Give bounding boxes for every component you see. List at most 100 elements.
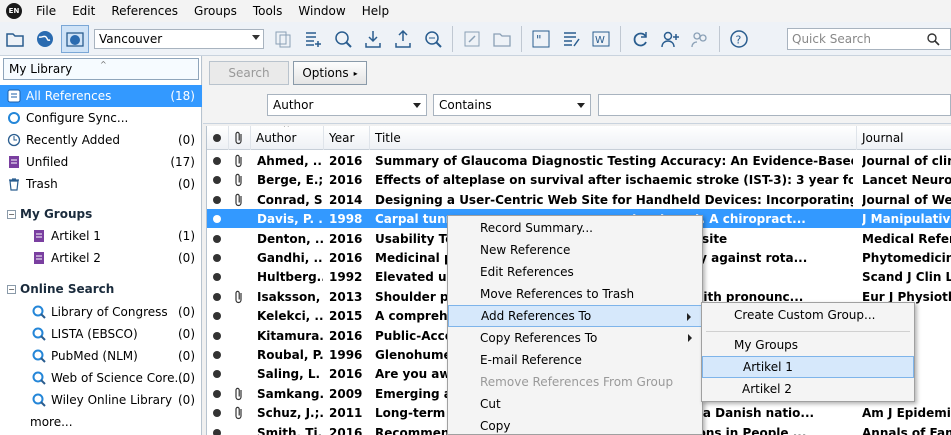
library-title[interactable]: My Library ^ [3,58,199,80]
my-groups-header[interactable]: − My Groups [0,203,92,225]
search-icon[interactable] [926,32,940,46]
unread-dot-icon [213,331,221,340]
column-read-status[interactable] [207,126,229,150]
sync-button[interactable] [626,25,654,53]
read-status-cell[interactable] [213,151,225,170]
group-configure-sync[interactable]: Configure Sync... [0,107,202,129]
context-menu-item[interactable]: Add References To [448,305,702,327]
read-status-cell[interactable] [213,209,225,228]
options-button-label: Options [302,66,349,80]
options-button[interactable]: Options ▸ [293,61,367,85]
read-status-cell[interactable] [213,384,225,403]
menu-groups[interactable]: Groups [186,4,245,18]
search-operator-select[interactable]: Contains [433,94,591,116]
group-artikel-1[interactable]: Artikel 1 (1) [0,225,202,247]
group-trash[interactable]: Trash (0) [0,173,202,195]
read-status-cell[interactable] [213,306,225,325]
year-cell: 2016 [329,172,363,187]
read-status-cell[interactable] [213,190,225,209]
output-style-select[interactable]: Vancouver [94,28,264,49]
group-unfiled[interactable]: Unfiled (17) [0,151,202,173]
collapse-icon[interactable]: − [7,209,16,219]
read-status-cell[interactable] [213,267,225,286]
column-journal[interactable]: Journal [857,126,951,150]
group-artikel-2[interactable]: Artikel 2 (0) [0,247,202,269]
collapse-icon[interactable]: − [7,284,16,294]
context-menu-item[interactable]: Cut [448,393,702,415]
reference-row[interactable]: Ahmed, ... 2016 Summary of Glaucoma Diagno… [207,151,951,170]
menu-file[interactable]: File [28,4,64,18]
online-library-of-congress[interactable]: Library of Congress (0) [0,301,202,323]
online-lista-ebsco[interactable]: LISTA (EBSCO) (0) [0,323,202,345]
context-menu-item[interactable]: New Reference [448,239,702,261]
online-search-header[interactable]: − Online Search [0,278,114,300]
integrated-library-mode-button[interactable] [61,24,89,53]
online-search-mode-button[interactable] [31,25,59,53]
insert-citation-button[interactable]: " [527,25,555,53]
menu-tools[interactable]: Tools [245,4,291,18]
create-custom-group-item[interactable]: Create Custom Group... [702,304,914,326]
read-status-cell[interactable] [213,364,225,383]
online-search-label: Online Search [20,282,115,296]
unread-dot-icon [213,350,221,359]
context-menu-item[interactable]: Record Summary... [448,217,702,239]
submenu-artikel-1[interactable]: Artikel 1 [702,356,914,378]
find-full-text-button[interactable] [419,25,447,53]
read-status-cell[interactable] [213,229,225,248]
svg-text:": " [536,33,542,47]
context-menu-item[interactable]: Move References to Trash [448,283,702,305]
reference-row[interactable]: Berge, E.;... 2016 Effects of alteplase on… [207,170,951,189]
help-button[interactable]: ? [725,25,753,53]
read-status-cell[interactable] [213,326,225,345]
context-menu-item-label: Copy [480,419,511,433]
column-author[interactable]: Author ^ [251,126,324,150]
read-status-cell[interactable] [213,345,225,364]
reference-row[interactable]: Conrad, S... 2014 Designing a User-Centric… [207,190,951,209]
format-bibliography-button[interactable] [557,25,585,53]
open-link-button[interactable] [458,25,486,53]
menu-help[interactable]: Help [354,4,397,18]
group-recently-added[interactable]: Recently Added (0) [0,129,202,151]
group-all-references[interactable]: All References (18) [0,85,202,107]
online-label: LISTA (EBSCO) [51,327,138,341]
read-status-cell[interactable] [213,287,225,306]
import-button[interactable] [359,25,387,53]
local-library-mode-button[interactable] [1,25,29,53]
context-menu-item[interactable]: Edit References [448,261,702,283]
online-more-link[interactable]: more... [0,411,202,433]
context-menu-item[interactable]: Copy References To [448,327,702,349]
menu-edit[interactable]: Edit [64,4,103,18]
copy-formatted-button[interactable] [269,25,297,53]
menu-window[interactable]: Window [290,4,353,18]
search-field-select[interactable]: Author [267,94,427,116]
open-file-button[interactable] [488,25,516,53]
submenu-artikel-2[interactable]: Artikel 2 [702,378,914,400]
menu-references[interactable]: References [103,4,186,18]
search-button[interactable]: Search [209,61,289,85]
read-status-cell[interactable] [213,248,225,267]
attachment-cell [233,326,247,345]
online-pubmed[interactable]: PubMed (NLM) (0) [0,345,202,367]
attachment-cell [233,345,247,364]
group-share-button[interactable] [686,25,714,53]
share-library-button[interactable] [656,25,684,53]
export-button[interactable] [389,25,417,53]
read-status-cell[interactable] [213,170,225,189]
online-web-of-science[interactable]: Web of Science Core... (0) [0,367,202,389]
search-term-input[interactable] [598,94,951,116]
context-menu-item[interactable]: Copy [448,415,702,435]
collapse-caret-icon[interactable]: ^ [100,60,107,69]
paperclip-icon [235,290,242,303]
context-menu-item[interactable]: E-mail Reference [448,349,702,371]
column-title[interactable]: Title [370,126,857,150]
return-to-word-button[interactable]: W [587,25,615,53]
context-menu-item-label: Remove References From Group [480,375,674,389]
read-status-cell[interactable] [213,403,225,422]
online-wiley[interactable]: Wiley Online Library (0) [0,389,202,411]
column-attachment[interactable] [229,126,251,150]
column-year[interactable]: Year [324,126,370,150]
new-reference-button[interactable] [299,25,327,53]
read-status-cell[interactable] [213,423,225,435]
quick-search-input[interactable]: Quick Search [787,28,951,50]
online-search-button[interactable] [329,25,357,53]
